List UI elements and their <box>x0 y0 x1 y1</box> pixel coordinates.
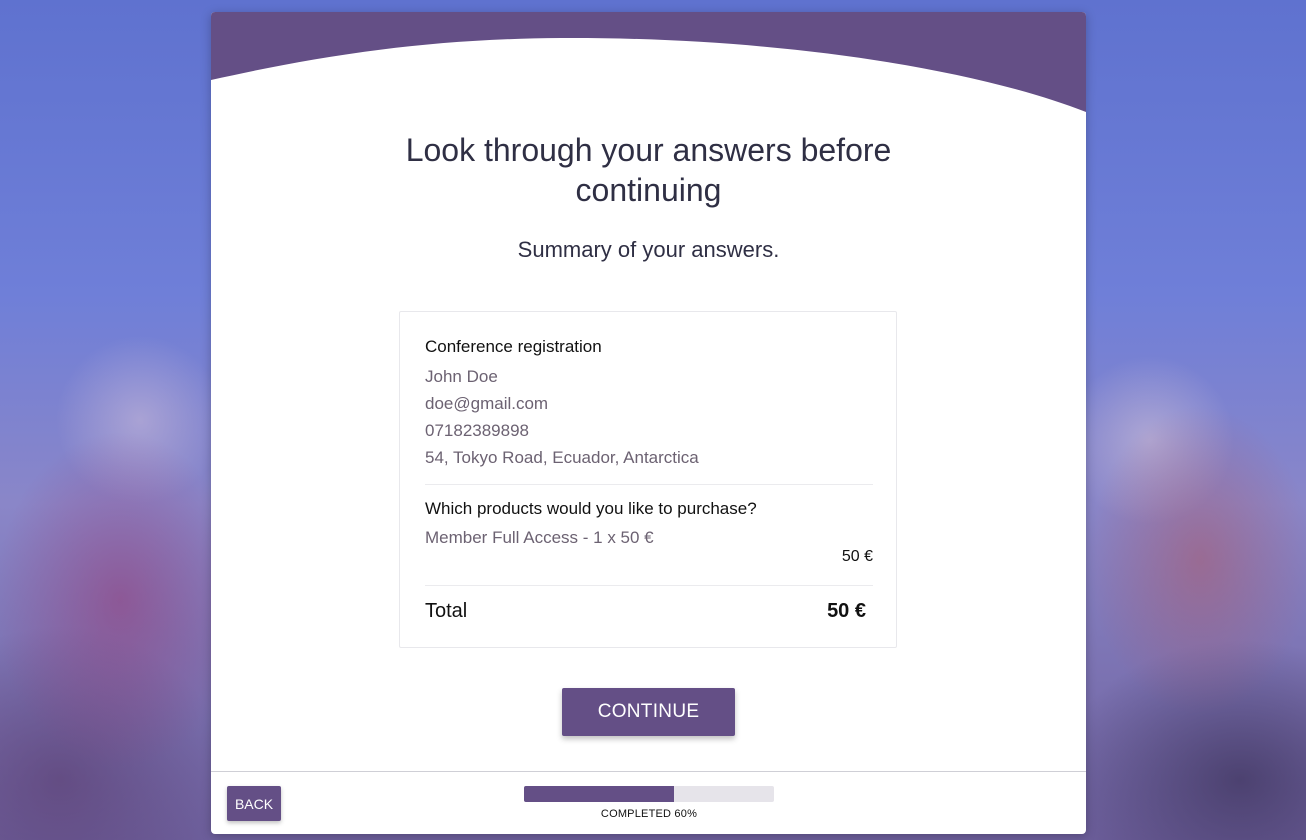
page-title: Look through your answers before continu… <box>211 130 1086 210</box>
progress-label: COMPLETED 60% <box>600 808 698 820</box>
progress-bar <box>524 786 774 802</box>
page-title-line-2: continuing <box>575 172 722 208</box>
page-title-line-1: Look through your answers before <box>405 132 892 168</box>
header-wave-shape <box>211 12 1086 112</box>
form-card: Look through your answers before continu… <box>211 12 1086 834</box>
progress-bar-fill <box>524 786 674 802</box>
answer-phone: 07182389898 <box>425 421 530 440</box>
header-wave <box>211 12 1086 112</box>
product-line-item: Member Full Access - 1 x 50 € <box>425 528 654 547</box>
total-divider <box>425 585 873 586</box>
registration-section: Conference registration John Doe doe@gma… <box>425 337 873 471</box>
answer-address: 54, Tokyo Road, Ecuador, Antarctica <box>425 448 699 467</box>
total-value: 50 € <box>827 600 866 622</box>
product-line-price: 50 € <box>841 548 873 565</box>
page-subtitle: Summary of your answers. <box>517 237 780 262</box>
total-row: Total 50 € <box>425 600 866 623</box>
products-section: Which products would you like to purchas… <box>425 499 873 551</box>
answers-summary-panel: Conference registration John Doe doe@gma… <box>399 311 897 648</box>
answer-email: doe@gmail.com <box>425 394 549 413</box>
continue-button[interactable]: CONTINUE <box>562 688 735 736</box>
products-question: Which products would you like to purchas… <box>425 499 757 518</box>
registration-section-title: Conference registration <box>425 337 602 356</box>
form-footer: BACK COMPLETED 60% <box>211 771 1086 834</box>
section-divider <box>425 484 873 485</box>
total-label: Total <box>425 600 468 622</box>
answer-name: John Doe <box>425 367 498 386</box>
back-button[interactable]: BACK <box>227 786 281 821</box>
